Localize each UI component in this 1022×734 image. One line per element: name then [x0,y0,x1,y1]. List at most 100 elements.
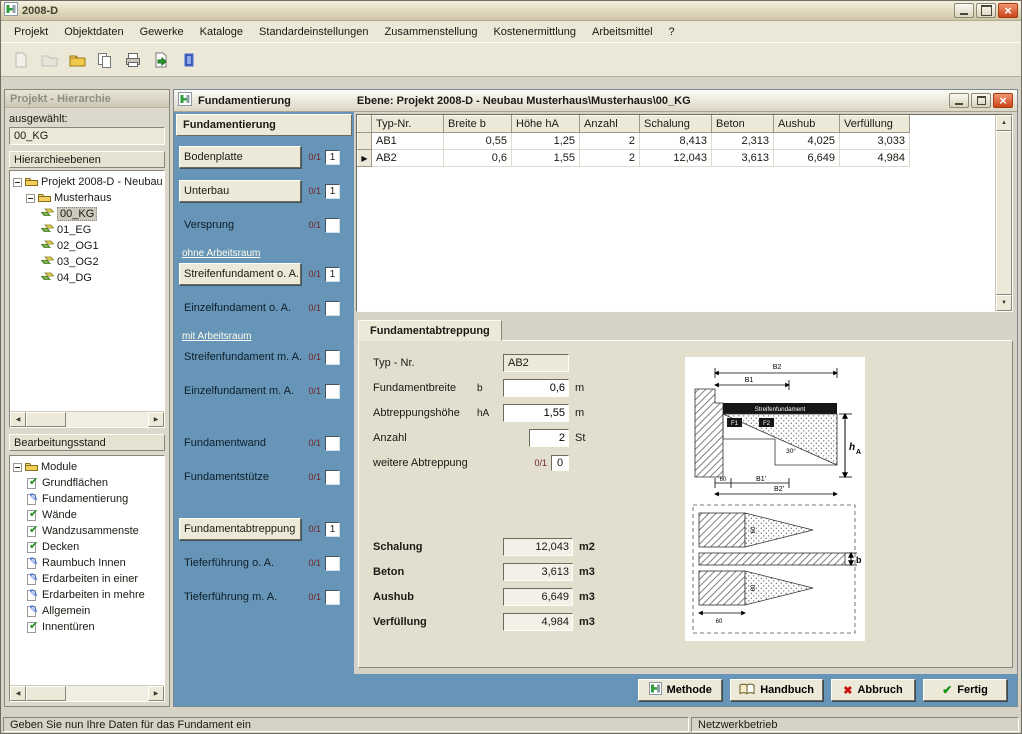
group-caption-ohne-arbeitsraum: ohne Arbeitsraum [182,248,352,259]
menu-item-kataloge[interactable]: Kataloge [192,23,251,41]
tieferfuehrung-oa-label[interactable]: Tieferführung o. A. [179,557,301,569]
tree-item-project-root[interactable]: Projekt 2008-D - Neubau [13,174,164,190]
export-icon[interactable] [148,47,173,72]
minimize-button[interactable] [954,3,974,18]
fundamentbreite-input[interactable] [503,379,569,397]
module-item-allgemein[interactable]: Allgemein [13,603,164,619]
scroll-thumb[interactable] [26,686,66,701]
close-button[interactable] [998,3,1018,18]
collapse-icon[interactable] [13,463,22,472]
table-vertical-scrollbar[interactable] [995,115,1012,311]
exit-icon[interactable] [176,47,201,72]
menu-item-objektdaten[interactable]: Objektdaten [56,23,131,41]
tree-item-02-og1[interactable]: 02_OG1 [13,238,164,254]
tree-item-musterhaus[interactable]: Musterhaus [13,190,164,206]
tree-item-01-eg[interactable]: 01_EG [13,222,164,238]
handbuch-button-label: Handbuch [760,684,814,696]
table-row-ab1[interactable]: AB1 0,55 1,25 2 8,413 2,313 4,025 3,033 [358,133,995,150]
collapse-icon[interactable] [13,178,22,187]
aushub-unit: m3 [579,591,595,603]
modules-horizontal-scrollbar[interactable] [10,685,164,701]
streifenfundament-oa-button[interactable]: Streifenfundament o. A. [179,263,301,285]
scroll-thumb[interactable] [996,131,1012,295]
child-close-button[interactable] [993,93,1013,108]
child-minimize-button[interactable] [949,93,969,108]
fundamentwand-label[interactable]: Fundamentwand [179,437,301,449]
module-item-wandzusammenstellung[interactable]: Wandzusammenste [13,523,164,539]
scroll-left-button[interactable] [10,412,26,427]
unterbau-button[interactable]: Unterbau [179,180,301,202]
count-box: 1 [325,522,340,537]
tree-item-03-og2[interactable]: 03_OG2 [13,254,164,270]
tab-fundamentabtreppung[interactable]: Fundamentabtreppung [358,320,502,341]
menu-item-hilfe[interactable]: ? [661,23,683,41]
abbruch-button[interactable]: Abbruch [831,679,915,701]
sidebar-item-versprung: Versprung 0/1 [179,214,350,236]
svg-text:60: 60 [751,526,757,533]
module-item-fundamentierung[interactable]: Fundamentierung [13,491,164,507]
methode-button[interactable]: Methode [638,679,722,701]
menu-item-gewerke[interactable]: Gewerke [132,23,192,41]
scroll-track[interactable] [26,686,148,701]
svg-text:60: 60 [751,584,757,591]
einzelfundament-ma-label[interactable]: Einzelfundament m. A. [179,385,301,397]
row-selector[interactable] [358,133,372,150]
fertig-button[interactable]: Fertig [923,679,1007,701]
levels-horizontal-scrollbar[interactable] [10,411,164,427]
scroll-down-button[interactable] [996,295,1012,311]
cell-schalung: 12,043 [640,150,712,167]
abtreppungshoehe-input[interactable] [503,404,569,422]
tieferfuehrung-ma-label[interactable]: Tieferführung m. A. [179,591,301,603]
streifenfundament-ma-label[interactable]: Streifenfundament m. A. [179,351,301,363]
window-title: 2008-D [22,5,58,17]
module-item-grundflaechen[interactable]: Grundflächen [13,475,164,491]
fraction-label: 0/1 [305,472,321,482]
bodenplatte-button[interactable]: Bodenplatte [179,146,301,168]
sidebar-item-tieferfuehrung-ma: Tieferführung m. A. 0/1 [179,586,350,608]
menu-item-projekt[interactable]: Projekt [6,23,56,41]
module-item-erdarbeiten-mehre[interactable]: Erdarbeiten in mehre [13,587,164,603]
scroll-right-button[interactable] [148,686,164,701]
module-item-decken[interactable]: Decken [13,539,164,555]
module-item-innentueren[interactable]: Innentüren [13,619,164,635]
weitere-abtreppung-input[interactable]: 0 [551,455,569,471]
row-selector-current[interactable] [358,150,372,167]
beton-unit: m3 [579,566,595,578]
module-item-waende[interactable]: Wände [13,507,164,523]
einzelfundament-oa-label[interactable]: Einzelfundament o. A. [179,302,301,314]
copy-icon[interactable] [92,47,117,72]
maximize-button[interactable] [976,3,996,18]
tree-item-04-dg[interactable]: 04_DG [13,270,164,286]
module-label: Wandzusammenste [42,525,139,537]
anzahl-input[interactable] [529,429,569,447]
scroll-right-button[interactable] [148,412,164,427]
child-titlebar[interactable]: Fundamentierung Ebene: Projekt 2008-D - … [174,90,1017,112]
collapse-icon[interactable] [26,194,35,203]
verfuellung-unit: m3 [579,616,595,628]
table-row-ab2[interactable]: AB2 0,6 1,55 2 12,043 3,613 6,649 4,984 [358,150,995,167]
module-item-erdarbeiten-einer[interactable]: Erdarbeiten in einer [13,571,164,587]
fundamentbreite-label: Fundamentbreite [373,382,477,394]
scroll-left-button[interactable] [10,686,26,701]
fraction-label: 0/1 [305,592,321,602]
tree-item-00-kg[interactable]: 00_KG [13,206,164,222]
fundamentabtreppung-button[interactable]: Fundamentabtreppung [179,518,301,540]
module-label: Grundflächen [42,477,108,489]
menu-item-standardeinstellungen[interactable]: Standardeinstellungen [251,23,376,41]
handbuch-button[interactable]: Handbuch [730,679,823,701]
scroll-thumb[interactable] [26,412,66,427]
print-icon[interactable] [120,47,145,72]
status-done-icon [26,525,39,538]
child-restore-button[interactable] [971,93,991,108]
menu-item-arbeitsmittel[interactable]: Arbeitsmittel [584,23,661,41]
versprung-label[interactable]: Versprung [179,219,301,231]
folder-icon[interactable] [64,47,89,72]
menu-item-kostenermittlung[interactable]: Kostenermittlung [485,23,584,41]
fundamentstuetze-label[interactable]: Fundamentstütze [179,471,301,483]
tree-item-module-root[interactable]: Module [13,459,164,475]
module-item-raumbuch-innen[interactable]: Raumbuch Innen [13,555,164,571]
menu-item-zusammenstellung[interactable]: Zusammenstellung [377,23,486,41]
scroll-up-button[interactable] [996,115,1012,131]
scroll-track[interactable] [26,412,148,427]
main-titlebar[interactable]: 2008-D [1,1,1021,21]
